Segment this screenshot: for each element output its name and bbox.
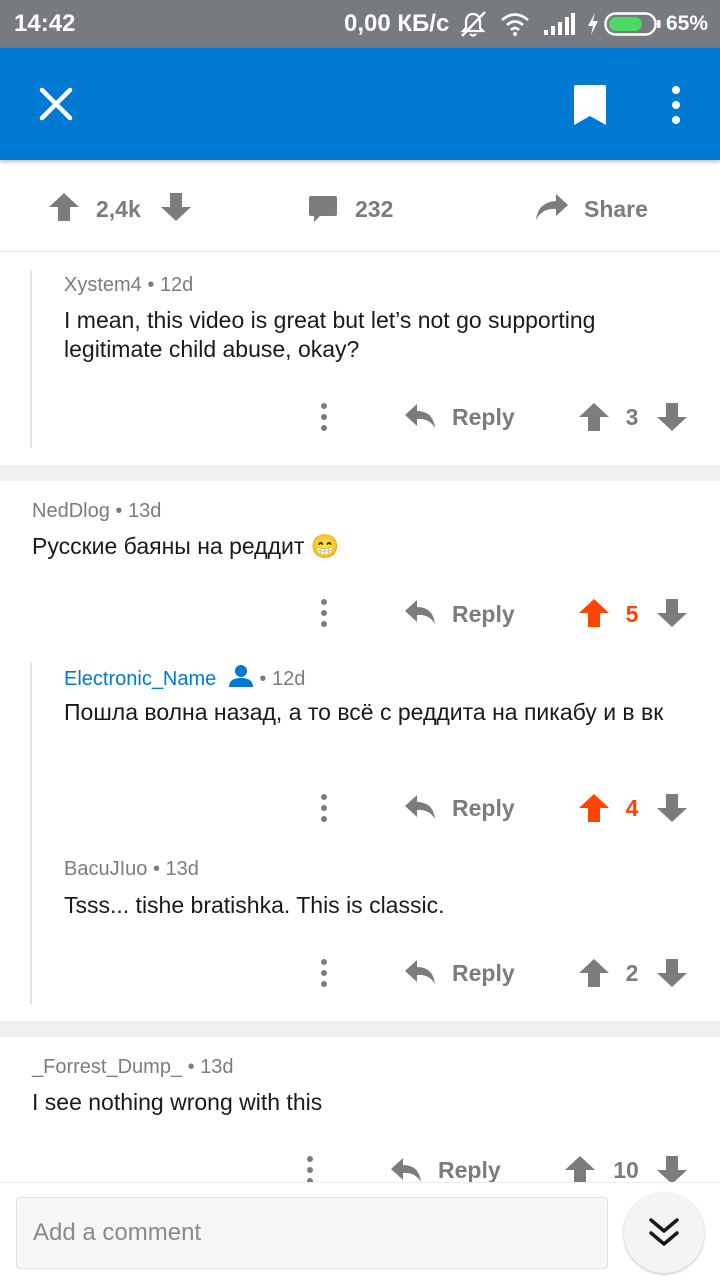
downvote-icon[interactable] — [656, 598, 688, 633]
reply-icon[interactable] — [404, 793, 436, 826]
comment-score: 2 — [625, 960, 639, 986]
comment-body: Пошла волна назад, а то всё с реддита на… — [64, 699, 664, 725]
comment-more-icon[interactable] — [314, 958, 334, 993]
mute-icon — [458, 10, 488, 43]
comment-more-icon[interactable] — [314, 402, 334, 437]
comment-age: 12d — [159, 274, 194, 296]
comment-body: Русские баяны на реддит 😁 — [32, 533, 340, 559]
comment-score: 4 — [625, 795, 639, 821]
comment-more-icon[interactable] — [314, 793, 334, 828]
comment-meta: NedDlog • 13d — [32, 500, 162, 522]
close-icon[interactable] — [36, 84, 76, 124]
thread-line — [30, 270, 32, 448]
comment-score: 5 — [625, 601, 639, 627]
comment-author[interactable]: NedDlog — [32, 500, 110, 522]
battery-percent: 65% — [666, 12, 709, 35]
upvote-icon[interactable] — [578, 402, 610, 437]
reply-button[interactable]: Reply — [438, 1157, 501, 1184]
thread-line — [30, 662, 32, 1004]
comment-meta: Xystem4 • 12d — [64, 274, 194, 296]
comment-age: 13d — [127, 500, 162, 522]
upvote-icon[interactable] — [578, 598, 610, 633]
wifi-icon — [500, 12, 530, 41]
reply-icon[interactable] — [404, 402, 436, 435]
double-chevron-down-icon — [648, 1217, 680, 1254]
comment-author[interactable]: _Forrest_Dump_ — [32, 1056, 182, 1078]
bookmark-icon[interactable] — [572, 84, 608, 126]
network-speed: 0,00 КБ/с — [344, 10, 450, 37]
comment-score: 3 — [625, 404, 639, 430]
comment-author[interactable]: Xystem4 — [64, 274, 142, 296]
charging-icon — [586, 12, 600, 41]
downvote-icon[interactable] — [656, 402, 688, 437]
thread-separator — [0, 1021, 720, 1037]
comment-author[interactable]: BacuJIuo — [64, 858, 147, 880]
comment-meta: BacuJIuo • 13d — [64, 858, 199, 880]
battery-icon — [604, 11, 662, 42]
comment-body: I see nothing wrong with this — [32, 1089, 323, 1115]
comment-score: 10 — [613, 1157, 639, 1183]
reply-button[interactable]: Reply — [452, 601, 515, 628]
comment-body: Tsss... tishe bratishka. This is classic… — [64, 892, 445, 918]
comment-more-icon[interactable] — [314, 598, 334, 633]
comment-age: 13d — [165, 858, 199, 880]
status-bar: 14:42 0,00 КБ/с 65% — [0, 0, 720, 48]
downvote-icon[interactable] — [656, 958, 688, 993]
comment-age: 12d — [271, 668, 306, 690]
thread-separator — [0, 465, 720, 481]
more-vertical-icon[interactable] — [664, 84, 688, 126]
reply-button[interactable]: Reply — [452, 960, 515, 987]
downvote-icon[interactable] — [656, 793, 688, 828]
post-upvote-icon[interactable] — [48, 192, 80, 227]
app-bar — [0, 48, 720, 160]
reply-button[interactable]: Reply — [452, 795, 515, 822]
comment-author[interactable]: Electronic_Name — [64, 668, 216, 690]
share-button[interactable]: Share — [584, 196, 648, 223]
upvote-icon[interactable] — [578, 793, 610, 828]
add-comment-input[interactable] — [16, 1197, 608, 1269]
reply-icon[interactable] — [404, 598, 436, 631]
comment-age: 13d — [200, 1056, 234, 1078]
post-score: 2,4k — [96, 196, 141, 222]
comment-body: I mean, this video is great but let’s no… — [64, 307, 596, 362]
post-actions: 2,4k 232 Share — [0, 160, 720, 252]
op-user-icon — [228, 664, 254, 694]
comments-icon[interactable] — [308, 194, 338, 229]
bottom-bar — [0, 1182, 720, 1280]
reply-icon[interactable] — [404, 958, 436, 991]
upvote-icon[interactable] — [578, 958, 610, 993]
post-downvote-icon[interactable] — [160, 192, 192, 227]
signal-icon — [542, 12, 576, 41]
next-comment-button[interactable] — [624, 1193, 704, 1273]
comment-meta: _Forrest_Dump_ • 13d — [32, 1056, 234, 1078]
reply-button[interactable]: Reply — [452, 404, 515, 431]
comment-count: 232 — [355, 196, 394, 222]
status-time: 14:42 — [14, 10, 76, 37]
share-icon[interactable] — [534, 192, 570, 227]
comment-meta: Electronic_Name • 12d — [64, 664, 305, 694]
